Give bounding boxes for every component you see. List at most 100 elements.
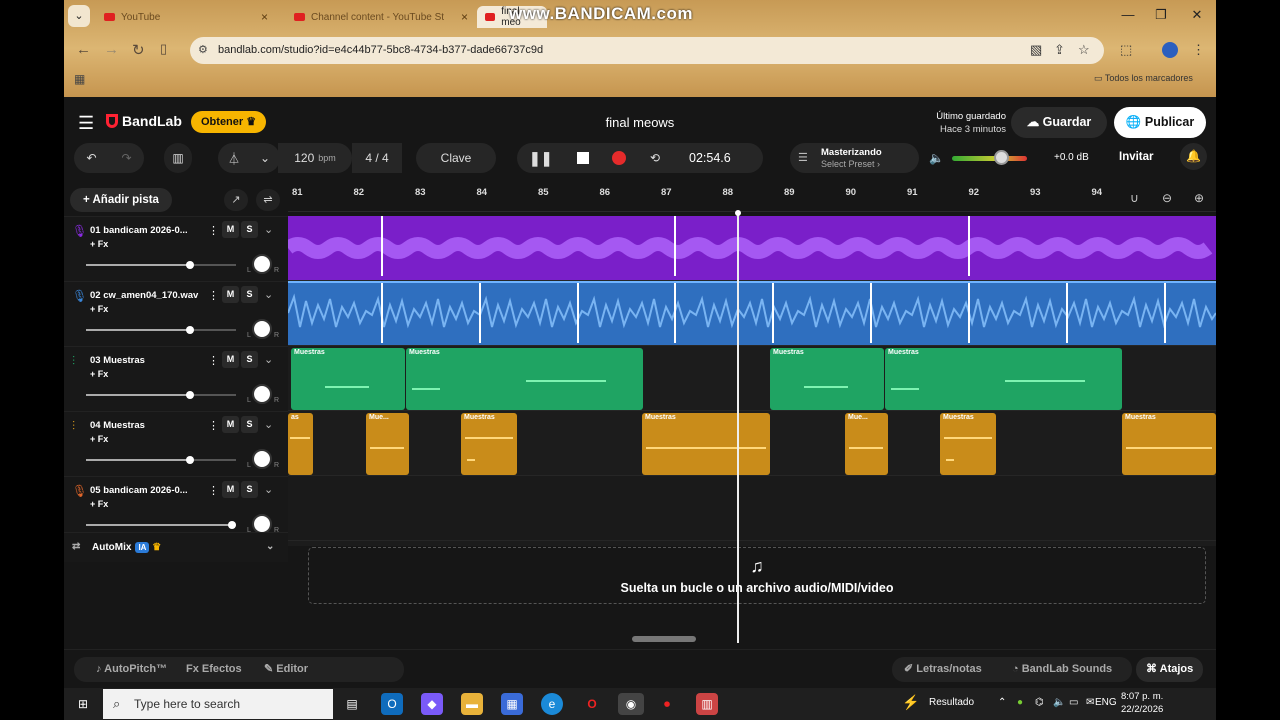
- copilot-icon[interactable]: ◆: [421, 693, 443, 715]
- midi-clip[interactable]: Muestras: [642, 413, 770, 475]
- track-volume-slider[interactable]: [86, 459, 236, 461]
- invite-button[interactable]: Invitar: [1119, 151, 1154, 163]
- add-track-button[interactable]: + Añadir pista: [70, 188, 172, 212]
- midi-clip[interactable]: Mue...: [366, 413, 409, 475]
- system-clock[interactable]: 8:07 p. m. 22/2/2026: [1121, 690, 1163, 716]
- lyrics-button[interactable]: ✐ Letras/notas: [894, 657, 992, 682]
- mute-button[interactable]: M: [222, 351, 239, 368]
- solo-button[interactable]: S: [241, 481, 258, 498]
- track-header[interactable]: 🎙 02 cw_amen04_170.wav ⋮ M S ⌄ + Fx L R: [64, 281, 288, 346]
- track-name[interactable]: 03 Muestras: [90, 355, 205, 366]
- windows-start-icon[interactable]: ⊞: [72, 693, 94, 715]
- editor-button[interactable]: ✎ Editor: [254, 657, 318, 682]
- magnet-snap-icon[interactable]: ∪: [1130, 191, 1139, 205]
- track-name[interactable]: 05 bandicam 2026-0...: [90, 485, 205, 496]
- scores-icon[interactable]: ⚡: [902, 694, 919, 711]
- notifications-bell-icon[interactable]: 🔔: [1180, 143, 1207, 170]
- midi-clip[interactable]: Mue...: [845, 413, 888, 475]
- record-button[interactable]: [601, 151, 637, 165]
- track-name[interactable]: 04 Muestras: [90, 420, 205, 431]
- master-volume-knob[interactable]: [994, 150, 1010, 165]
- add-fx-button[interactable]: + Fx: [90, 434, 108, 444]
- task-view-icon[interactable]: ▤: [341, 693, 363, 715]
- loop-icon[interactable]: ⟲: [637, 151, 673, 165]
- track-volume-slider[interactable]: [86, 394, 236, 396]
- mute-button[interactable]: M: [222, 221, 239, 238]
- install-icon[interactable]: ⇪: [1054, 42, 1065, 58]
- menu-kebab-icon[interactable]: ⋮: [1192, 42, 1205, 58]
- file-explorer-icon[interactable]: ▬: [461, 693, 483, 715]
- mastering-button[interactable]: ☰ Masterizando Select Preset ›: [790, 143, 919, 173]
- mute-button[interactable]: M: [222, 481, 239, 498]
- autopitch-button[interactable]: ♪ AutoPitch™: [86, 657, 177, 682]
- solo-button[interactable]: S: [241, 286, 258, 303]
- bandicam-icon[interactable]: ⏺: [656, 693, 678, 715]
- solo-button[interactable]: S: [241, 221, 258, 238]
- extension-icon[interactable]: ▧: [1030, 42, 1042, 58]
- midi-clip[interactable]: Muestras: [406, 348, 643, 410]
- track-header[interactable]: 🎙 01 bandicam 2026-0... ⋮ M S ⌄ + Fx L R: [64, 216, 288, 281]
- minimize-icon[interactable]: —: [1113, 4, 1143, 26]
- track-volume-knob[interactable]: [185, 391, 194, 399]
- chevron-down-icon[interactable]: ⌄: [266, 541, 274, 552]
- winrar-icon[interactable]: ▥: [696, 693, 718, 715]
- track-settings-icon[interactable]: ⇌: [256, 189, 280, 211]
- pause-icon[interactable]: ❚❚: [529, 150, 565, 167]
- profile-avatar[interactable]: [1162, 42, 1178, 58]
- apps-grid-icon[interactable]: ▦: [74, 72, 85, 86]
- midi-clip[interactable]: Muestras: [940, 413, 996, 475]
- track-volume-knob[interactable]: [227, 521, 236, 529]
- automation-icon[interactable]: ↗: [224, 189, 248, 211]
- redo-icon[interactable]: ↷: [121, 151, 131, 165]
- chrome-icon[interactable]: ◉: [618, 693, 644, 715]
- zoom-in-icon[interactable]: ⊕: [1194, 191, 1204, 205]
- track-menu-icon[interactable]: ⋮: [208, 419, 219, 432]
- close-tab-icon[interactable]: ×: [461, 10, 468, 24]
- midi-clip[interactable]: Muestras: [885, 348, 1122, 410]
- track-header[interactable]: ⫶ 03 Muestras ⋮ M S ⌄ + Fx L R: [64, 346, 288, 411]
- lane-05[interactable]: [288, 476, 1216, 541]
- tab-youtube[interactable]: YouTube ×: [96, 6, 276, 28]
- undo-icon[interactable]: ↶: [86, 151, 96, 165]
- extensions-puzzle-icon[interactable]: ⬚: [1120, 42, 1132, 58]
- chevron-down-icon[interactable]: ⌄: [264, 223, 273, 236]
- address-bar[interactable]: ⚙ bandlab.com/studio?id=e4c44b77-5bc8-47…: [190, 37, 1104, 64]
- midi-clip[interactable]: Muestras: [291, 348, 405, 410]
- add-fx-button[interactable]: + Fx: [90, 499, 108, 509]
- track-menu-icon[interactable]: ⋮: [208, 354, 219, 367]
- tab-search-icon[interactable]: ⌄: [68, 5, 90, 27]
- forward-icon[interactable]: →: [104, 41, 119, 58]
- track-volume-knob[interactable]: [185, 456, 194, 464]
- lane-01[interactable]: [288, 216, 1216, 281]
- tempo-field[interactable]: 120 bpm: [278, 143, 352, 173]
- track-volume-slider[interactable]: [86, 264, 236, 266]
- close-window-icon[interactable]: ✕: [1182, 4, 1212, 26]
- edge-icon[interactable]: e: [541, 693, 563, 715]
- sidepanel-icon[interactable]: ▯: [160, 41, 167, 57]
- add-fx-button[interactable]: + Fx: [90, 369, 108, 379]
- reload-icon[interactable]: ↻: [132, 41, 145, 59]
- track-menu-icon[interactable]: ⋮: [208, 224, 219, 237]
- bandlab-sounds-button[interactable]: ◔ BandLab Sounds: [1002, 657, 1122, 682]
- solo-button[interactable]: S: [241, 351, 258, 368]
- midi-clip[interactable]: Muestras: [461, 413, 517, 475]
- chevron-down-icon[interactable]: ⌄: [264, 353, 273, 366]
- midi-clip[interactable]: Muestras: [1122, 413, 1216, 475]
- track-header[interactable]: ⫶ 04 Muestras ⋮ M S ⌄ + Fx L R: [64, 411, 288, 476]
- time-display[interactable]: 02:54.6: [689, 151, 731, 165]
- playhead[interactable]: [735, 210, 741, 643]
- publish-button[interactable]: 🌐 Publicar: [1114, 107, 1206, 138]
- track-name[interactable]: 02 cw_amen04_170.wav: [90, 290, 205, 301]
- key-button[interactable]: Clave: [416, 143, 496, 173]
- midi-clip[interactable]: Muestras: [770, 348, 884, 410]
- network-icon[interactable]: ⌬: [1035, 697, 1044, 708]
- lane-03[interactable]: Muestras Muestras Muestras Muestras: [288, 346, 1216, 411]
- opera-icon[interactable]: O: [581, 693, 603, 715]
- add-fx-button[interactable]: + Fx: [90, 239, 108, 249]
- mail-icon[interactable]: ✉: [1086, 697, 1094, 708]
- store-icon[interactable]: ▦: [501, 693, 523, 715]
- close-tab-icon[interactable]: ×: [261, 10, 268, 24]
- track-menu-icon[interactable]: ⋮: [208, 484, 219, 497]
- save-button[interactable]: ☁ Guardar: [1011, 107, 1107, 138]
- all-bookmarks[interactable]: ▭ Todos los marcadores: [1094, 73, 1193, 84]
